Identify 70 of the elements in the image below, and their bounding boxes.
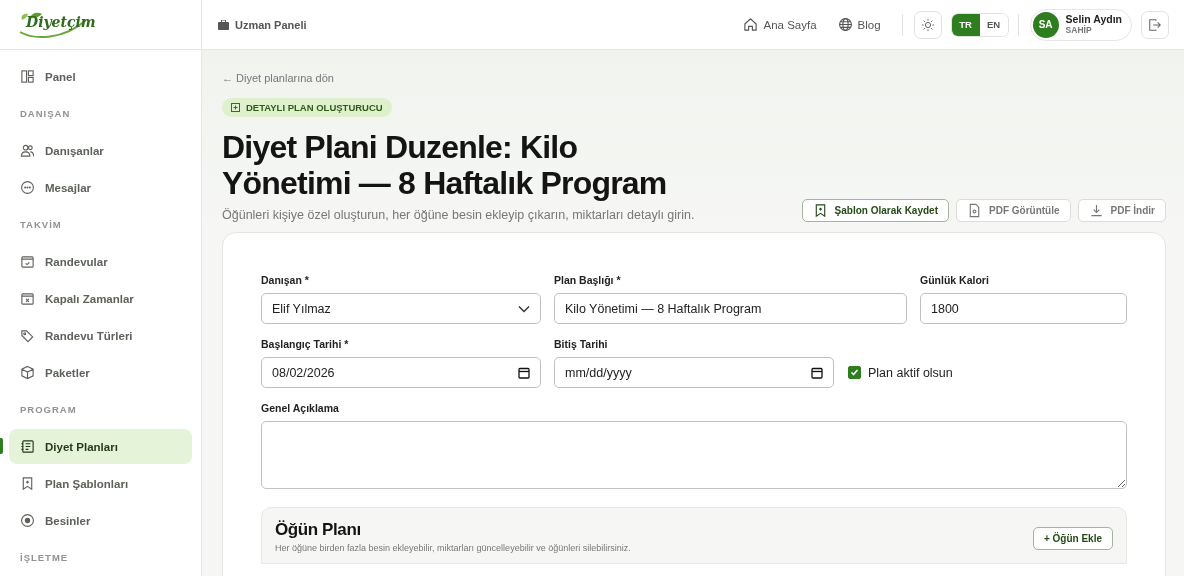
active-checkbox[interactable]	[848, 366, 861, 379]
bookmark-icon	[20, 476, 35, 491]
calendar-icon	[20, 254, 35, 269]
action-button[interactable]: PDF Görüntüle	[956, 199, 1071, 222]
back-link[interactable]: ← Diyet planlarına dön	[222, 72, 334, 84]
sidebar-item[interactable]: Paketler	[9, 355, 192, 390]
sidebar-item[interactable]: Plan Şablonları	[9, 466, 192, 501]
plan-title-field[interactable]: Kilo Yönetimi — 8 Haftalık Program	[554, 293, 907, 324]
circle-icon	[20, 513, 35, 528]
document-icon	[20, 439, 35, 454]
sun-icon	[920, 17, 935, 32]
client-select[interactable]: Elif Yılmaz	[261, 293, 541, 324]
user-role: SAHİP	[1065, 24, 1093, 36]
grid-icon	[20, 69, 35, 84]
logo-text: Diyetçim	[26, 14, 96, 30]
badge-text: DETAYLI PLAN OLUŞTURUCU	[246, 102, 383, 113]
tag-icon	[20, 328, 35, 343]
calorie-field[interactable]: 1800	[920, 293, 1127, 324]
action-button[interactable]: PDF İndir	[1077, 199, 1166, 222]
field-label: Günlük Kalori	[920, 274, 990, 286]
sidebar-item[interactable]: Mesajlar	[9, 170, 192, 205]
nav-link[interactable]: Blog	[837, 17, 881, 32]
chevron-down-icon	[518, 304, 530, 313]
home-icon	[743, 17, 759, 32]
section-label: PROGRAM	[19, 403, 78, 417]
download-icon	[1088, 203, 1104, 218]
field-label: Genel Açıklama	[261, 402, 340, 414]
nav-link[interactable]: Ana Sayfa	[743, 17, 817, 32]
section-label: TAKVİM	[19, 218, 63, 232]
page-title: Diyet Plani Duzenle: Kilo Yönetimi — 8 Haftalık Program	[222, 129, 668, 201]
avatar: SA	[1032, 11, 1059, 38]
panel-title: Uzman Paneli	[235, 18, 307, 31]
calendar-icon	[20, 291, 35, 306]
file-icon	[967, 203, 982, 218]
section-title: Öğün Planı	[275, 520, 362, 540]
description-field[interactable]	[261, 421, 1127, 489]
start-date-field[interactable]: 08/02/2026	[261, 357, 541, 388]
field-label: Bitiş Tarihi	[554, 338, 609, 350]
section-label: DANIŞAN	[19, 107, 72, 121]
globe-icon	[837, 17, 853, 32]
chat-icon	[20, 180, 35, 195]
action-button[interactable]: Şablon Olarak Kaydet	[801, 199, 949, 222]
briefcase-icon	[218, 19, 229, 30]
sidebar-item[interactable]: Danışanlar	[9, 133, 192, 168]
sidebar-item[interactable]: Panel	[9, 59, 192, 94]
section-subtitle: Her öğüne birden fazla besin ekleyebilir, miktarları güncelleyebilir ve öğünleri silebilirsiniz.	[275, 543, 631, 553]
box-icon	[20, 365, 35, 380]
field-label: Başlangıç Tarihi *	[261, 338, 350, 350]
field-label: Plan Başlığı *	[554, 274, 622, 286]
language-tab[interactable]: TR	[951, 13, 980, 36]
sidebar-item[interactable]: Diyet Planları	[9, 429, 192, 464]
add-meal-button[interactable]: + Öğün Ekle	[1032, 527, 1113, 550]
calendar-icon	[811, 366, 823, 379]
logout-button[interactable]	[1141, 10, 1169, 39]
field-label: Danışan *	[261, 274, 310, 286]
section-label: İŞLETME	[19, 551, 70, 565]
users-icon	[20, 143, 35, 158]
user-name: Selin Aydın	[1065, 13, 1122, 25]
sidebar-item[interactable]: Kapalı Zamanlar	[9, 281, 192, 316]
calendar-icon	[518, 366, 530, 379]
theme-toggle-button[interactable]	[913, 10, 942, 39]
sidebar-item[interactable]: Randevu Türleri	[9, 318, 192, 353]
end-date-field[interactable]: mm/dd/yyyy	[554, 357, 834, 388]
page-subtitle: Öğünleri kişiye özel oluşturun, her öğüne besin ekleyip çıkarın, miktarları detaylı girin.	[222, 208, 695, 222]
checkmark-icon	[850, 368, 859, 377]
logout-icon	[1148, 17, 1162, 32]
sidebar-item[interactable]: Besinler	[9, 503, 192, 538]
sidebar-item[interactable]: Randevular	[9, 244, 192, 279]
checkbox-label: Plan aktif olsun	[868, 365, 953, 380]
plus-square-icon	[231, 103, 240, 112]
